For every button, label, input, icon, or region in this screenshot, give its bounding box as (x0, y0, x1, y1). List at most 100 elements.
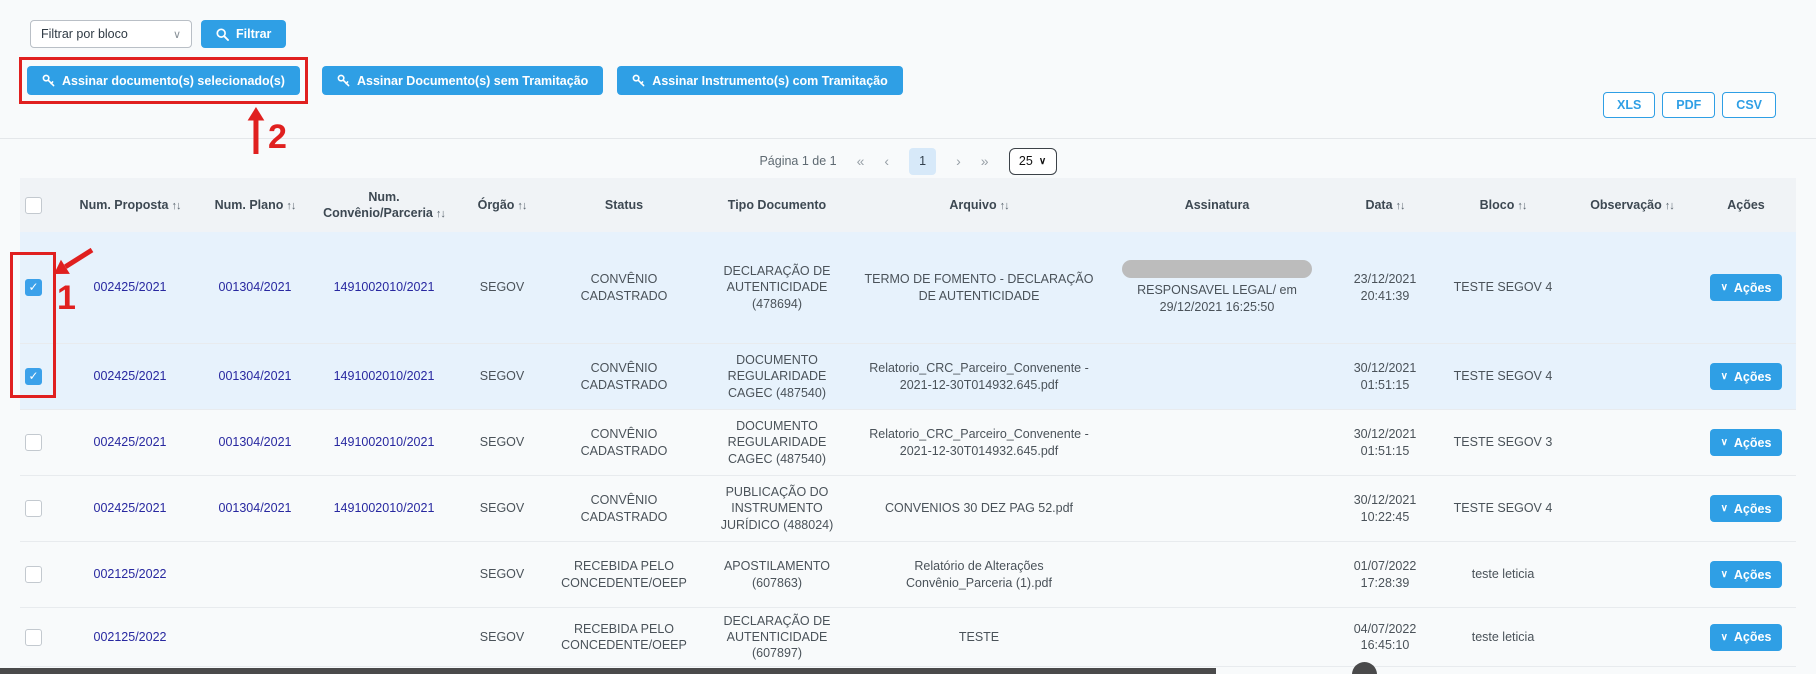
cell-num-plano[interactable]: 001304/2021 (196, 275, 314, 299)
cell-orgao: SEGOV (454, 625, 550, 649)
cell-orgao: SEGOV (454, 496, 550, 520)
header-label: Num. Proposta (80, 198, 169, 212)
acoes-button[interactable]: ∨ Ações (1710, 561, 1783, 588)
cell-num-plano[interactable]: 001304/2021 (196, 496, 314, 520)
assinar-sem-tramitacao-label: Assinar Documento(s) sem Tramitação (357, 74, 588, 88)
cell-observacao (1568, 571, 1696, 579)
export-csv-button[interactable]: CSV (1722, 92, 1776, 118)
row-checkbox[interactable] (25, 629, 42, 646)
header-label: Assinatura (1185, 198, 1250, 212)
header-label: Órgão (478, 198, 515, 212)
assinar-selecionados-button[interactable]: Assinar documento(s) selecionado(s) (27, 66, 300, 95)
row-checkbox[interactable]: ✓ (25, 279, 42, 296)
cell-num-plano[interactable] (196, 571, 314, 579)
acoes-button[interactable]: ∨ Ações (1710, 624, 1783, 651)
header-arquivo[interactable]: Arquivo ↑↓ (856, 193, 1102, 217)
chevron-down-icon: ∨ (1721, 503, 1728, 514)
filter-bloco-select[interactable]: Filtrar por bloco ∨ (30, 20, 192, 48)
export-xls-button[interactable]: XLS (1603, 92, 1655, 118)
row-checkbox[interactable] (25, 500, 42, 517)
cell-num-proposta[interactable]: 002425/2021 (64, 275, 196, 299)
sort-icon[interactable]: ↑↓ (1517, 200, 1526, 212)
cell-num-proposta[interactable]: 002125/2022 (64, 625, 196, 649)
assinar-com-tramitacao-button[interactable]: Assinar Instrumento(s) com Tramitação (617, 66, 902, 95)
cell-tipo-documento: DECLARAÇÃO DE AUTENTICIDADE (607897) (698, 609, 856, 666)
header-label: Observação (1590, 198, 1662, 212)
row-checkbox[interactable] (25, 566, 42, 583)
key-icon (337, 74, 350, 87)
cell-num-convenio[interactable]: 1491002010/2021 (314, 430, 454, 454)
cell-assinatura (1102, 633, 1332, 641)
sort-icon[interactable]: ↑↓ (1000, 200, 1009, 212)
cell-status: CONVÊNIO CADASTRADO (550, 422, 698, 463)
row-checkbox[interactable] (25, 434, 42, 451)
header-data[interactable]: Data↑↓ (1332, 193, 1438, 217)
sort-icon[interactable]: ↑↓ (436, 208, 445, 220)
redaction-pill (1122, 260, 1312, 278)
acoes-button[interactable]: ∨ Ações (1710, 429, 1783, 456)
chevron-down-icon: ∨ (1721, 569, 1728, 580)
prev-page-button[interactable]: ‹ (884, 153, 889, 169)
cell-acoes: ∨ Ações (1696, 557, 1796, 592)
cell-observacao (1568, 633, 1696, 641)
cell-num-plano[interactable] (196, 633, 314, 641)
key-icon (632, 74, 645, 87)
cell-assinatura (1102, 505, 1332, 513)
header-observa-o[interactable]: Observação↑↓ (1568, 193, 1696, 217)
cell-num-convenio[interactable]: 1491002010/2021 (314, 496, 454, 520)
page-size-value: 25 (1019, 154, 1033, 168)
sort-icon[interactable]: ↑↓ (1396, 200, 1405, 212)
header-num-conv-nio-parceria[interactable]: Num. Convênio/Parceria↑↓ (314, 185, 454, 226)
filter-bar: Filtrar por bloco ∨ Filtrar (30, 20, 286, 48)
header--rg-o[interactable]: Órgão↑↓ (454, 193, 550, 217)
header-bloco[interactable]: Bloco↑↓ (1438, 193, 1568, 217)
cell-num-plano[interactable]: 001304/2021 (196, 430, 314, 454)
row-checkbox[interactable]: ✓ (25, 368, 42, 385)
cell-num-convenio[interactable]: 1491002010/2021 (314, 275, 454, 299)
cell-arquivo: Relatório de Alterações Convênio_Parceri… (856, 554, 1102, 595)
cell-num-proposta[interactable]: 002125/2022 (64, 562, 196, 586)
cell-bloco: teste leticia (1438, 562, 1568, 586)
acoes-button[interactable]: ∨ Ações (1710, 495, 1783, 522)
select-all-checkbox[interactable] (25, 197, 42, 214)
filtrar-button[interactable]: Filtrar (201, 20, 286, 48)
export-pdf-button[interactable]: PDF (1662, 92, 1715, 118)
header-num-proposta[interactable]: Num. Proposta↑↓ (64, 193, 196, 217)
cell-num-proposta[interactable]: 002425/2021 (64, 364, 196, 388)
cell-num-convenio[interactable] (314, 571, 454, 579)
sort-icon[interactable]: ↑↓ (1665, 200, 1674, 212)
cell-num-plano[interactable]: 001304/2021 (196, 364, 314, 388)
cell-observacao (1568, 505, 1696, 513)
cell-num-proposta[interactable]: 002425/2021 (64, 496, 196, 520)
page-size-select[interactable]: 25 ∨ (1009, 148, 1057, 175)
cell-assinatura: RESPONSAVEL LEGAL/ em 29/12/2021 16:25:5… (1102, 256, 1332, 319)
header-label: Tipo Documento (728, 198, 826, 212)
next-page-button[interactable]: › (956, 153, 961, 169)
cell-assinatura (1102, 439, 1332, 447)
cell-assinatura (1102, 373, 1332, 381)
assinar-sem-tramitacao-button[interactable]: Assinar Documento(s) sem Tramitação (322, 66, 603, 95)
header-a-es: Ações (1696, 193, 1796, 217)
cell-tipo-documento: DECLARAÇÃO DE AUTENTICIDADE (478694) (698, 259, 856, 316)
table-header-row: Num. Proposta↑↓Num. Plano↑↓Num. Convênio… (20, 178, 1796, 232)
current-page-button[interactable]: 1 (909, 148, 936, 175)
export-buttons: XLS PDF CSV (1603, 92, 1776, 118)
header-tipo-documento: Tipo Documento (698, 193, 856, 217)
sort-icon[interactable]: ↑↓ (286, 200, 295, 212)
row-checkbox-cell: ✓ (20, 364, 64, 389)
header-num-plano[interactable]: Num. Plano↑↓ (196, 193, 314, 217)
cell-num-proposta[interactable]: 002425/2021 (64, 430, 196, 454)
first-page-button[interactable]: « (857, 153, 865, 169)
cell-num-convenio[interactable] (314, 633, 454, 641)
cell-acoes: ∨ Ações (1696, 425, 1796, 460)
last-page-button[interactable]: » (981, 153, 989, 169)
cell-num-convenio[interactable]: 1491002010/2021 (314, 364, 454, 388)
cell-acoes: ∨ Ações (1696, 620, 1796, 655)
row-checkbox-cell (20, 625, 64, 650)
acoes-button[interactable]: ∨ Ações (1710, 274, 1783, 301)
sort-icon[interactable]: ↑↓ (171, 200, 180, 212)
sort-icon[interactable]: ↑↓ (517, 200, 526, 212)
acoes-button[interactable]: ∨ Ações (1710, 363, 1783, 390)
header-label: Arquivo (949, 198, 996, 212)
sign-buttons-row: Assinar documento(s) selecionado(s) Assi… (19, 57, 903, 104)
